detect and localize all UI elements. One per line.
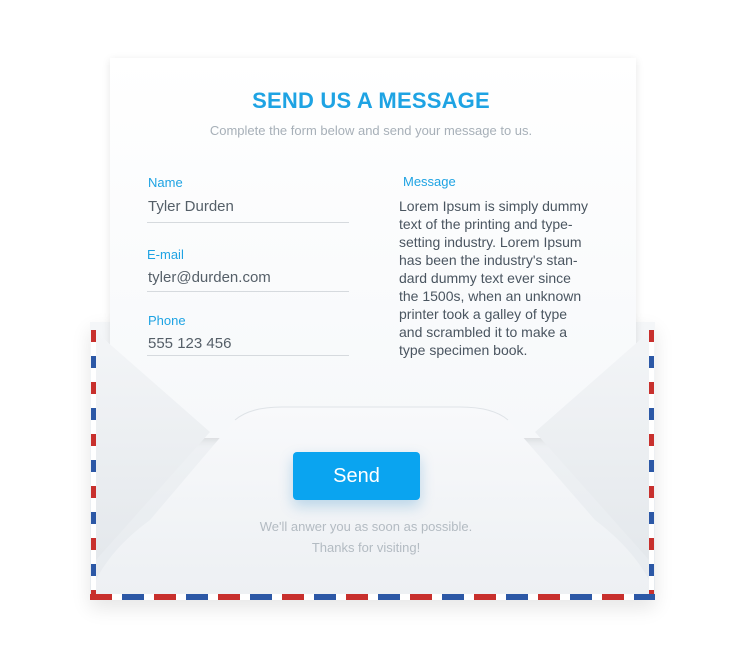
airmail-stripe-bottom <box>90 594 655 600</box>
envelope-contact-form: SEND US A MESSAGE Complete the form belo… <box>0 0 742 650</box>
footer-response-note: We'll anwer you as soon as possible. <box>259 519 473 534</box>
footer-thanks: Thanks for visiting! <box>311 540 421 555</box>
send-button[interactable]: Send <box>293 452 420 500</box>
